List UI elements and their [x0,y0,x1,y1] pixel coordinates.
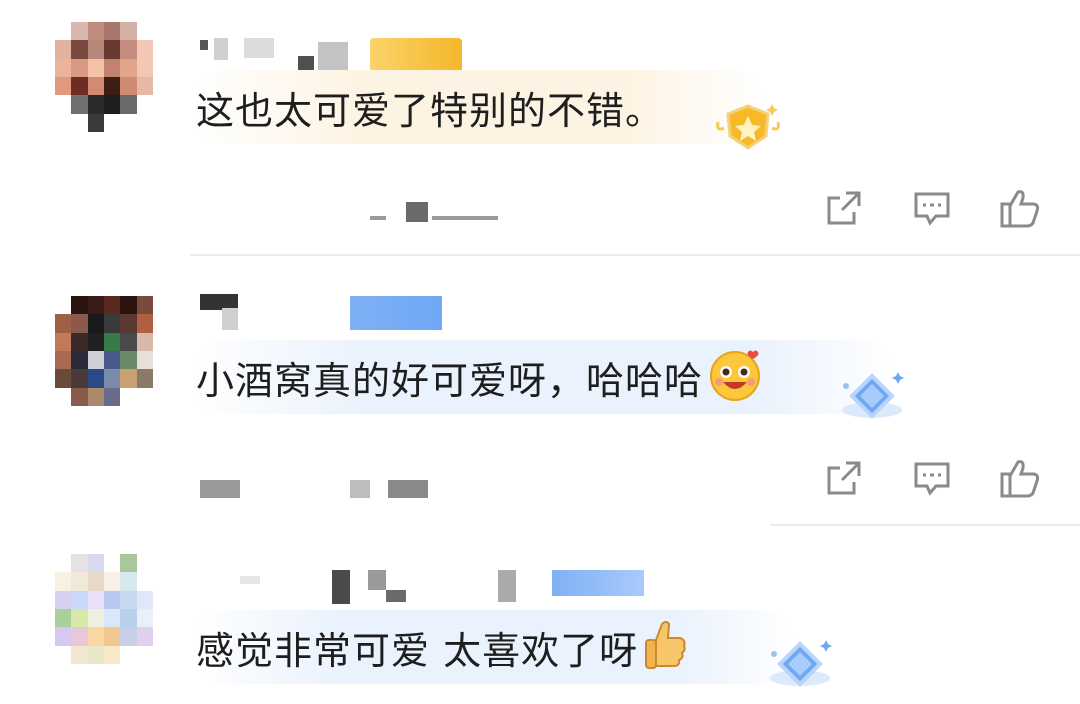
reply-icon[interactable] [910,456,954,500]
grinning-face-emoji-icon [709,348,763,406]
comment-text: 感觉非常可爱 太喜欢了呀 [196,628,639,673]
comment-item: 这也太可爱了特别的不错。 [0,0,1080,256]
comment-text: 这也太可爱了特别的不错。 [196,88,665,133]
comment-item: 小酒窝真的好可爱呀，哈哈哈 [0,256,1080,526]
avatar[interactable] [55,554,153,664]
username[interactable] [240,570,530,604]
comment-meta [370,202,500,222]
comment-actions [822,186,1042,230]
comment-bubble: 感觉非常可爱 太喜欢了呀 [190,610,796,684]
share-icon[interactable] [822,456,866,500]
level-badge [552,570,644,596]
like-icon[interactable] [998,456,1042,500]
comment-text: 小酒窝真的好可爱呀，哈哈哈 [196,358,704,403]
comment-meta [200,478,460,498]
like-icon[interactable] [998,186,1042,230]
comment-bubble: 这也太可爱了特别的不错。 [190,70,766,144]
comment-item: 感觉非常可爱 太喜欢了呀 [0,526,1080,704]
comment-bubble: 小酒窝真的好可爱呀，哈哈哈 [190,340,896,414]
comment-actions [822,456,1042,500]
share-icon[interactable] [822,186,866,230]
avatar[interactable] [55,296,153,406]
thumbs-up-emoji-icon [642,618,688,676]
level-badge [370,38,462,72]
level-badge [350,296,442,330]
avatar[interactable] [55,22,153,132]
diamond-badge-icon [836,368,910,432]
username[interactable] [200,294,250,330]
reply-icon[interactable] [910,186,954,230]
star-shield-badge-icon [712,98,784,162]
diamond-badge-icon [764,636,838,700]
